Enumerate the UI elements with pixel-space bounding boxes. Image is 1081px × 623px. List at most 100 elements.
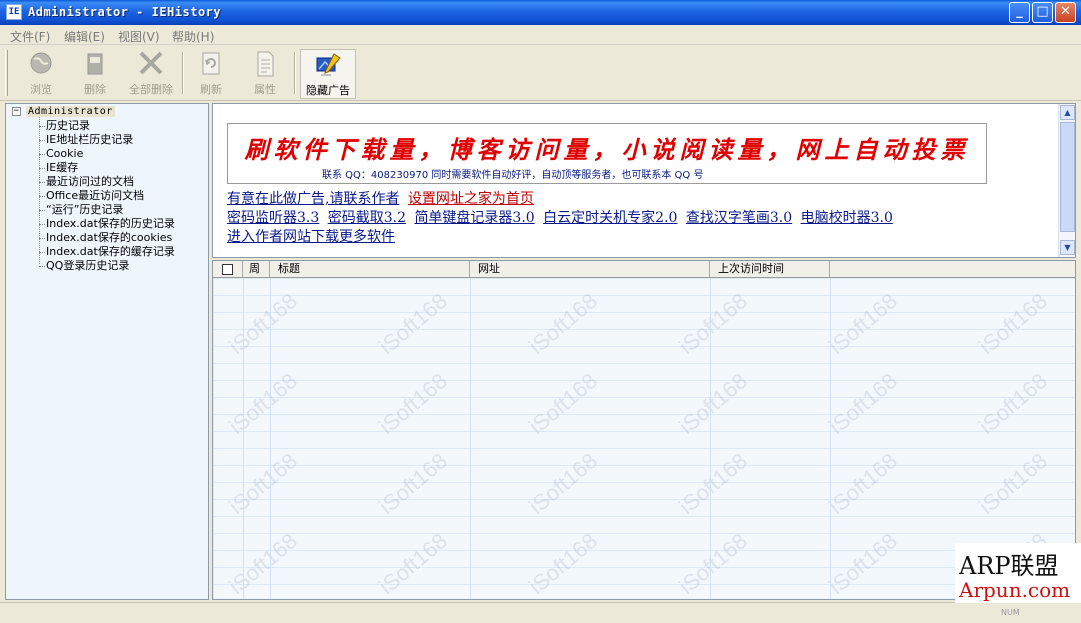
ad-link-author-site[interactable]: 进入作者网站下载更多软件 [227,229,395,245]
minimize-icon[interactable]: _ [1009,2,1030,23]
tree-item-office-recent[interactable]: Office最近访问文档 [38,189,144,202]
toolbar-grip[interactable] [5,50,8,96]
list-header: 周 标题 网址 上次访问时间 [213,261,1075,278]
column-divider [470,278,471,599]
ad-scrollbar[interactable]: ▲ ▼ [1058,104,1075,257]
tree-item-cookie[interactable]: Cookie [38,147,83,160]
watermark-text: iSoft168 [824,288,903,360]
column-divider [270,278,271,599]
ad-link-password-monitor[interactable]: 密码监听器3.3 [227,210,319,226]
menu-file[interactable]: 文件(F) [10,28,50,45]
watermark-text: iSoft168 [224,368,303,440]
properties-label: 属性 [254,83,276,96]
ad-banner[interactable]: 刷软件下载量，博客访问量，小说阅读量，网上自动投票 联系 QQ：40823097… [227,123,987,184]
column-title[interactable]: 标题 [270,261,470,277]
tree-item-run-history[interactable]: “运行”历史记录 [38,203,123,216]
watermark-text: iSoft168 [224,448,303,520]
column-divider [243,278,244,599]
column-select[interactable] [213,261,243,277]
hide-ads-icon [316,53,341,76]
watermark-text: iSoft168 [974,368,1053,440]
ad-banner-headline: 刷软件下载量，博客访问量，小说阅读量，网上自动投票 [244,135,970,164]
watermark-text: iSoft168 [674,288,753,360]
select-all-checkbox[interactable] [222,264,233,275]
arp-logo: ARP联盟 Arpun.com [955,543,1081,603]
title-bar[interactable]: IE Administrator - IEHistory _ □ ✕ [0,0,1081,25]
delete-all-label: 全部删除 [129,83,173,96]
window-title: Administrator - IEHistory [28,5,222,19]
ad-link-set-homepage[interactable]: 设置网址之家为首页 [408,191,534,207]
delete-button[interactable]: 删除 [70,49,120,99]
column-url[interactable]: 网址 [470,261,710,277]
ad-link-keylogger[interactable]: 简单键盘记录器3.0 [414,210,534,226]
history-list[interactable]: iSoft168 iSoft168 iSoft168 iSoft168 iSoft168… [212,260,1076,600]
watermark-text: iSoft168 [674,528,753,600]
watermark-text: iSoft168 [374,288,453,360]
menu-help[interactable]: 帮助(H) [172,28,214,45]
delete-all-button[interactable]: 全部删除 [124,49,178,99]
watermark-text: iSoft168 [674,448,753,520]
menu-bar: 文件(F) 编辑(E) 视图(V) 帮助(H) [0,25,1081,45]
watermark-text: iSoft168 [374,368,453,440]
tree-root-label[interactable]: Administrator [26,106,115,117]
watermark-text: iSoft168 [974,288,1053,360]
menu-edit[interactable]: 编辑(E) [64,28,105,45]
menu-view[interactable]: 视图(V) [118,28,160,45]
scroll-thumb[interactable] [1060,122,1075,232]
watermark-text: iSoft168 [824,528,903,600]
toolbar-separator [182,52,184,94]
column-divider [710,278,711,599]
ad-link-advertise[interactable]: 有意在此做广告,请联系作者 [227,191,399,207]
properties-button[interactable]: 属性 [242,49,288,99]
watermark-text: iSoft168 [224,528,303,600]
column-week[interactable]: 周 [243,261,270,277]
refresh-icon [202,52,220,75]
num-lock-indicator: NUM [1001,608,1020,617]
ad-link-password-capture[interactable]: 密码截取3.2 [328,210,406,226]
tree-item-history[interactable]: 历史记录 [39,119,90,132]
ad-link-shutdown-timer[interactable]: 白云定时关机专家2.0 [543,210,677,226]
scroll-down-icon[interactable]: ▼ [1060,240,1075,255]
tree-item-ie-cache[interactable]: IE缓存 [38,161,78,174]
status-bar: NUM [0,602,1081,623]
tree-item-index-dat-cookies[interactable]: Index.dat保存的cookies [38,231,172,244]
tree-item-recent-docs[interactable]: 最近访问过的文档 [39,175,134,188]
browse-button[interactable]: 浏览 [16,49,66,99]
tree-item-index-dat-cache[interactable]: Index.dat保存的缓存记录 [39,245,175,258]
folder-tree[interactable]: − Administrator 历史记录 IE地址栏历史记录 Cookie IE缓… [5,103,209,600]
refresh-label: 刷新 [200,83,222,96]
watermark-text: iSoft168 [524,288,603,360]
watermark-text: iSoft168 [524,528,603,600]
ad-link-stroke-finder[interactable]: 查找汉字笔画3.0 [686,210,792,226]
refresh-button[interactable]: 刷新 [188,49,234,99]
watermark-text: iSoft168 [824,368,903,440]
collapse-icon[interactable]: − [12,106,21,116]
watermark-text: iSoft168 [374,528,453,600]
column-last-visited[interactable]: 上次访问时间 [710,261,830,277]
scroll-up-icon[interactable]: ▲ [1060,105,1075,120]
maximize-icon[interactable]: □ [1032,2,1053,23]
column-divider [830,278,831,599]
logo-top-text: ARP联盟 [959,552,1059,580]
hide-ads-button[interactable]: 隐藏广告 [300,49,356,99]
tree-item-ie-address-bar[interactable]: IE地址栏历史记录 [38,133,133,146]
watermark-text: iSoft168 [374,448,453,520]
ad-links: 有意在此做广告,请联系作者 设置网址之家为首页 密码监听器3.3 密码截取3.2… [227,190,1057,247]
browse-label: 浏览 [30,83,52,96]
tree-item-qq-login[interactable]: QQ登录历史记录 [38,259,129,272]
ad-banner-contact: 联系 QQ：408230970 同时需要软件自动好评，自动顶等服务者，也可联系本… [322,170,704,181]
close-icon[interactable]: ✕ [1055,2,1076,23]
watermark-text: iSoft168 [524,448,603,520]
watermark-text: iSoft168 [224,288,303,360]
tree-root[interactable]: − Administrator [12,106,115,117]
delete-all-icon [139,51,163,75]
column-filler [830,261,1075,277]
toolbar-separator [294,52,296,94]
app-ie-icon: IE [6,4,22,20]
globe-icon [30,52,52,74]
ad-link-clock-sync[interactable]: 电脑校时器3.0 [801,210,893,226]
tree-item-index-dat-history[interactable]: Index.dat保存的历史记录 [39,217,175,230]
watermark-text: iSoft168 [824,448,903,520]
delete-label: 删除 [84,83,106,96]
properties-icon [257,51,274,77]
